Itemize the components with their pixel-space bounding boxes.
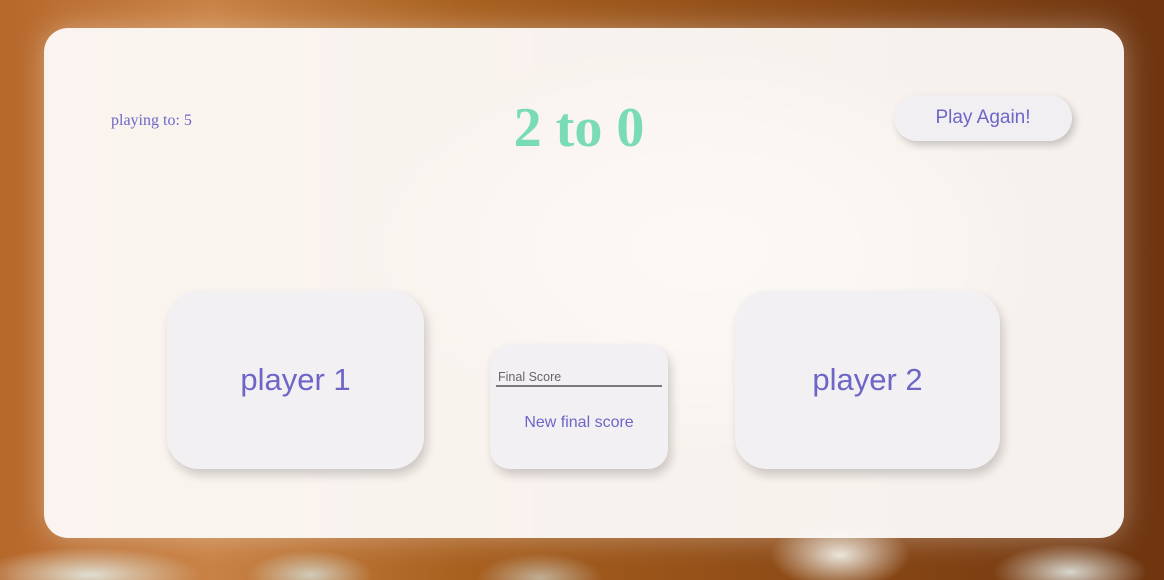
play-again-button[interactable]: Play Again! <box>894 95 1072 141</box>
new-final-score-button[interactable]: New final score <box>490 414 668 432</box>
player-2-button[interactable]: player 2 <box>735 291 1000 469</box>
final-score-input[interactable] <box>496 369 662 387</box>
player-1-button[interactable]: player 1 <box>167 291 424 469</box>
final-score-panel: New final score <box>490 344 668 469</box>
game-card: playing to: 5 2 to 0 Play Again! player … <box>44 28 1124 538</box>
